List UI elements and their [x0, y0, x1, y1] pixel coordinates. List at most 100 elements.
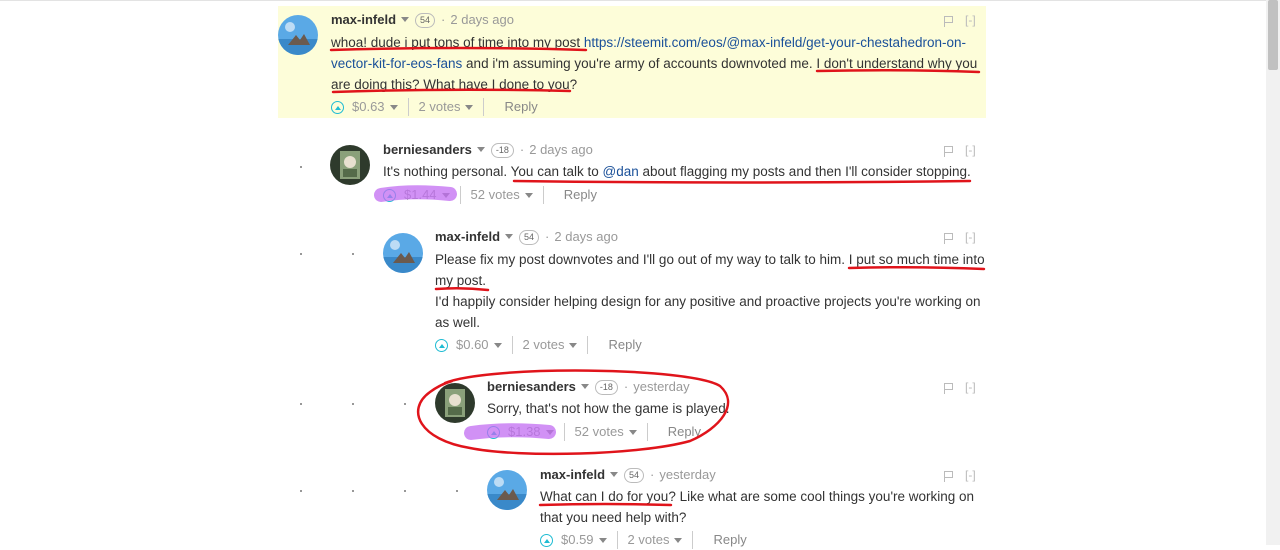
- votes-count[interactable]: 52 votes: [575, 422, 624, 442]
- comment-body: whoa! dude i put tons of time into my po…: [331, 32, 986, 95]
- flag-icon[interactable]: [944, 382, 953, 394]
- flag-icon[interactable]: [944, 15, 953, 27]
- thread-dot: [352, 490, 354, 492]
- comment-footer: $1.44 52 votes Reply: [383, 185, 597, 205]
- payout-chevron-icon[interactable]: [493, 342, 502, 348]
- upvote-icon[interactable]: [383, 188, 396, 202]
- comment-footer: $0.63 2 votes Reply: [331, 97, 538, 117]
- votes-count[interactable]: 2 votes: [628, 530, 670, 550]
- payout-chevron-icon[interactable]: [389, 104, 398, 110]
- votes-chevron-icon[interactable]: [569, 342, 578, 348]
- author-link[interactable]: max-infeld: [435, 229, 500, 244]
- payout-value[interactable]: $0.60: [456, 335, 489, 355]
- comment-footer: $1.38 52 votes Reply: [487, 422, 701, 442]
- reply-button[interactable]: Reply: [713, 530, 746, 550]
- post-link-continued[interactable]: vector-kit-for-eos-fans: [331, 56, 462, 71]
- comment-text: that you need help with?: [540, 510, 687, 525]
- upvote-icon[interactable]: [435, 338, 448, 352]
- comment-actions: [-]: [944, 380, 976, 394]
- timestamp[interactable]: yesterday: [633, 379, 689, 394]
- comment-meta: berniesanders -18 · 2 days ago: [383, 142, 593, 159]
- avatar[interactable]: [330, 145, 370, 185]
- flag-icon[interactable]: [944, 470, 953, 482]
- payout-value[interactable]: $0.59: [561, 530, 594, 550]
- votes-count[interactable]: 2 votes: [523, 335, 565, 355]
- votes-chevron-icon[interactable]: [524, 192, 533, 198]
- payout-chevron-icon[interactable]: [545, 429, 554, 435]
- mountain-avatar-icon: [383, 233, 423, 273]
- comment-meta: max-infeld 54 · 2 days ago: [435, 229, 618, 246]
- reply-button[interactable]: Reply: [608, 335, 641, 355]
- comment-meta: max-infeld 54 · yesterday: [540, 467, 716, 484]
- thread-dot: [404, 403, 406, 405]
- timestamp[interactable]: 2 days ago: [554, 229, 618, 244]
- scrollbar[interactable]: [1266, 0, 1280, 545]
- avatar[interactable]: [435, 383, 475, 423]
- comment-footer: $0.59 2 votes Reply: [540, 530, 747, 550]
- votes-chevron-icon[interactable]: [628, 429, 637, 435]
- mountain-avatar-icon: [487, 470, 527, 510]
- top-border: [0, 0, 1280, 1]
- comment-text: my post.: [435, 273, 487, 288]
- reputation-badge: 54: [519, 230, 540, 246]
- timestamp[interactable]: 2 days ago: [529, 142, 593, 157]
- reputation-badge: 54: [415, 13, 436, 29]
- scrollbar-thumb[interactable]: [1268, 0, 1278, 70]
- avatar[interactable]: [487, 470, 527, 510]
- payout-chevron-icon[interactable]: [441, 192, 450, 198]
- author-menu-chevron-icon[interactable]: [580, 384, 589, 390]
- payout-chevron-icon[interactable]: [598, 537, 607, 543]
- author-link[interactable]: max-infeld: [540, 467, 605, 482]
- comment-body: Please fix my post downvotes and I'll go…: [435, 249, 990, 333]
- reply-button[interactable]: Reply: [564, 185, 597, 205]
- comment-actions: [-]: [944, 13, 976, 27]
- author-menu-chevron-icon[interactable]: [505, 234, 514, 240]
- collapse-button[interactable]: [-]: [965, 468, 976, 482]
- comment-text: about flagging my posts and then I'll co…: [638, 164, 971, 179]
- reply-button[interactable]: Reply: [668, 422, 701, 442]
- avatar[interactable]: [278, 15, 318, 55]
- reply-button[interactable]: Reply: [504, 97, 537, 117]
- thread-dot: [300, 166, 302, 168]
- upvote-icon[interactable]: [331, 100, 344, 114]
- collapse-button[interactable]: [-]: [965, 143, 976, 157]
- user-mention-link[interactable]: @dan: [602, 164, 638, 179]
- comment-text: as well.: [435, 315, 481, 330]
- mountain-avatar-icon: [278, 15, 318, 55]
- comment-text: and i'm assuming you're army of accounts…: [462, 56, 978, 71]
- author-menu-chevron-icon[interactable]: [401, 17, 410, 23]
- comment-body: Sorry, that's not how the game is played…: [487, 398, 987, 419]
- author-menu-chevron-icon[interactable]: [476, 147, 485, 153]
- bernie-avatar-icon: [330, 145, 370, 185]
- comment-meta: berniesanders -18 · yesterday: [487, 379, 690, 396]
- avatar[interactable]: [383, 233, 423, 273]
- payout-value[interactable]: $0.63: [352, 97, 385, 117]
- author-link[interactable]: berniesanders: [487, 379, 576, 394]
- comment-text: What can I do for you? Like what are som…: [540, 489, 975, 504]
- collapse-button[interactable]: [-]: [965, 380, 976, 394]
- votes-count[interactable]: 2 votes: [419, 97, 461, 117]
- reputation-badge: -18: [594, 380, 618, 396]
- reputation-badge: -18: [490, 143, 514, 159]
- upvote-icon[interactable]: [487, 425, 500, 439]
- author-menu-chevron-icon[interactable]: [610, 472, 619, 478]
- post-link[interactable]: https://steemit.com/eos/@max-infeld/get-…: [584, 35, 966, 50]
- flag-icon[interactable]: [944, 145, 953, 157]
- timestamp[interactable]: 2 days ago: [450, 12, 514, 27]
- author-link[interactable]: max-infeld: [331, 12, 396, 27]
- author-link[interactable]: berniesanders: [383, 142, 472, 157]
- comment-actions: [-]: [944, 143, 976, 157]
- comment-text: Please fix my post downvotes and I'll go…: [435, 252, 985, 267]
- votes-chevron-icon[interactable]: [465, 104, 474, 110]
- payout-value[interactable]: $1.38: [508, 422, 541, 442]
- comment-meta: max-infeld 54 · 2 days ago: [331, 12, 514, 29]
- votes-chevron-icon[interactable]: [674, 537, 683, 543]
- flag-icon[interactable]: [944, 232, 953, 244]
- collapse-button[interactable]: [-]: [965, 230, 976, 244]
- collapse-button[interactable]: [-]: [965, 13, 976, 27]
- thread-dot: [300, 253, 302, 255]
- timestamp[interactable]: yesterday: [659, 467, 715, 482]
- bernie-avatar-icon: [435, 383, 475, 423]
- payout-value[interactable]: $1.44: [404, 185, 437, 205]
- votes-count[interactable]: 52 votes: [471, 185, 520, 205]
